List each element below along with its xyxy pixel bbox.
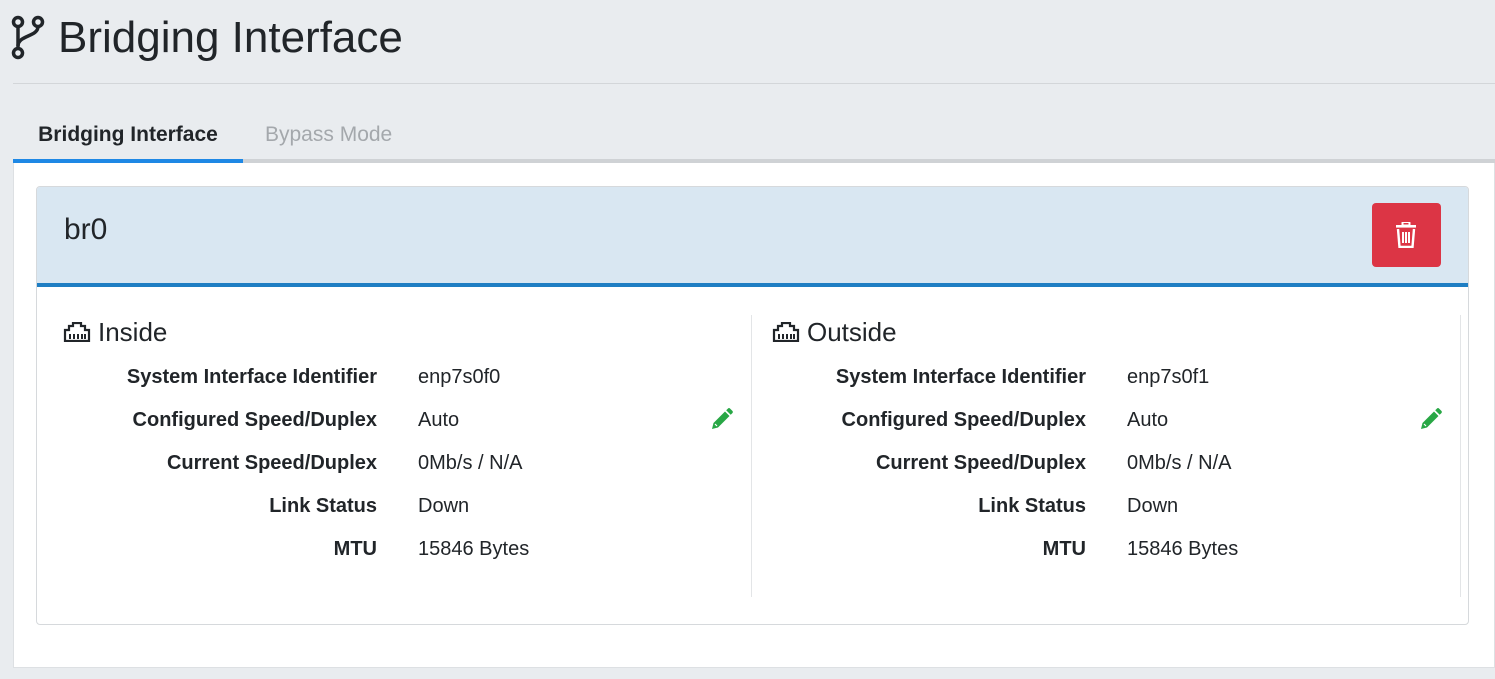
ethernet-port-icon (772, 322, 800, 342)
inside-section: Inside System Interface Identifier enp7s… (37, 288, 745, 598)
inside-link-status: Down (418, 495, 470, 517)
label-current-speed-duplex: Current Speed/Duplex (166, 452, 377, 474)
page-header: Bridging Interface (0, 0, 1495, 84)
bridge-card-header: br0 (37, 187, 1468, 287)
tab-bypass-mode[interactable]: Bypass Mode (265, 110, 392, 160)
label-mtu: MTU (333, 538, 377, 560)
label-link-status: Link Status (269, 495, 377, 517)
edit-inside-speed-button[interactable] (708, 407, 734, 433)
tab-bridging-interface[interactable]: Bridging Interface (13, 110, 243, 160)
label-link-status: Link Status (978, 495, 1086, 517)
pencil-icon (712, 408, 733, 429)
label-system-interface-identifier: System Interface Identifier (835, 366, 1086, 388)
tab-panel: br0 Inside System Interface Identifier e… (13, 163, 1495, 668)
label-configured-speed-duplex: Configured Speed/Duplex (132, 409, 377, 431)
bridge-card: br0 Inside System Interface Identifier e… (36, 186, 1469, 625)
outside-mtu: 15846 Bytes (1127, 538, 1239, 560)
inside-title: Inside (98, 317, 168, 347)
outside-title: Outside (807, 317, 897, 347)
bridge-name: br0 (64, 213, 108, 246)
outside-link-status: Down (1127, 495, 1179, 517)
inside-mtu: 15846 Bytes (418, 538, 530, 560)
tab-bar: Bridging Interface Bypass Mode (13, 110, 1495, 164)
label-configured-speed-duplex: Configured Speed/Duplex (841, 409, 1086, 431)
edit-outside-speed-button[interactable] (1417, 407, 1443, 433)
delete-bridge-button[interactable] (1372, 203, 1441, 267)
ethernet-port-icon (63, 322, 91, 342)
page-title: Bridging Interface (58, 13, 403, 62)
outside-section: Outside System Interface Identifier enp7… (746, 288, 1454, 598)
inside-system-interface-identifier: enp7s0f0 (418, 366, 501, 388)
column-right-edge (1460, 315, 1461, 597)
outside-configured-speed-duplex: Auto (1127, 409, 1169, 431)
trash-icon (1396, 222, 1416, 248)
header-divider (13, 83, 1495, 84)
outside-system-interface-identifier: enp7s0f1 (1127, 366, 1210, 388)
inside-current-speed-duplex: 0Mb/s / N/A (418, 452, 523, 474)
inside-configured-speed-duplex: Auto (418, 409, 460, 431)
label-mtu: MTU (1042, 538, 1086, 560)
outside-current-speed-duplex: 0Mb/s / N/A (1127, 452, 1232, 474)
label-current-speed-duplex: Current Speed/Duplex (875, 452, 1086, 474)
pencil-icon (1421, 408, 1442, 429)
code-branch-icon (11, 15, 45, 60)
label-system-interface-identifier: System Interface Identifier (126, 366, 377, 388)
